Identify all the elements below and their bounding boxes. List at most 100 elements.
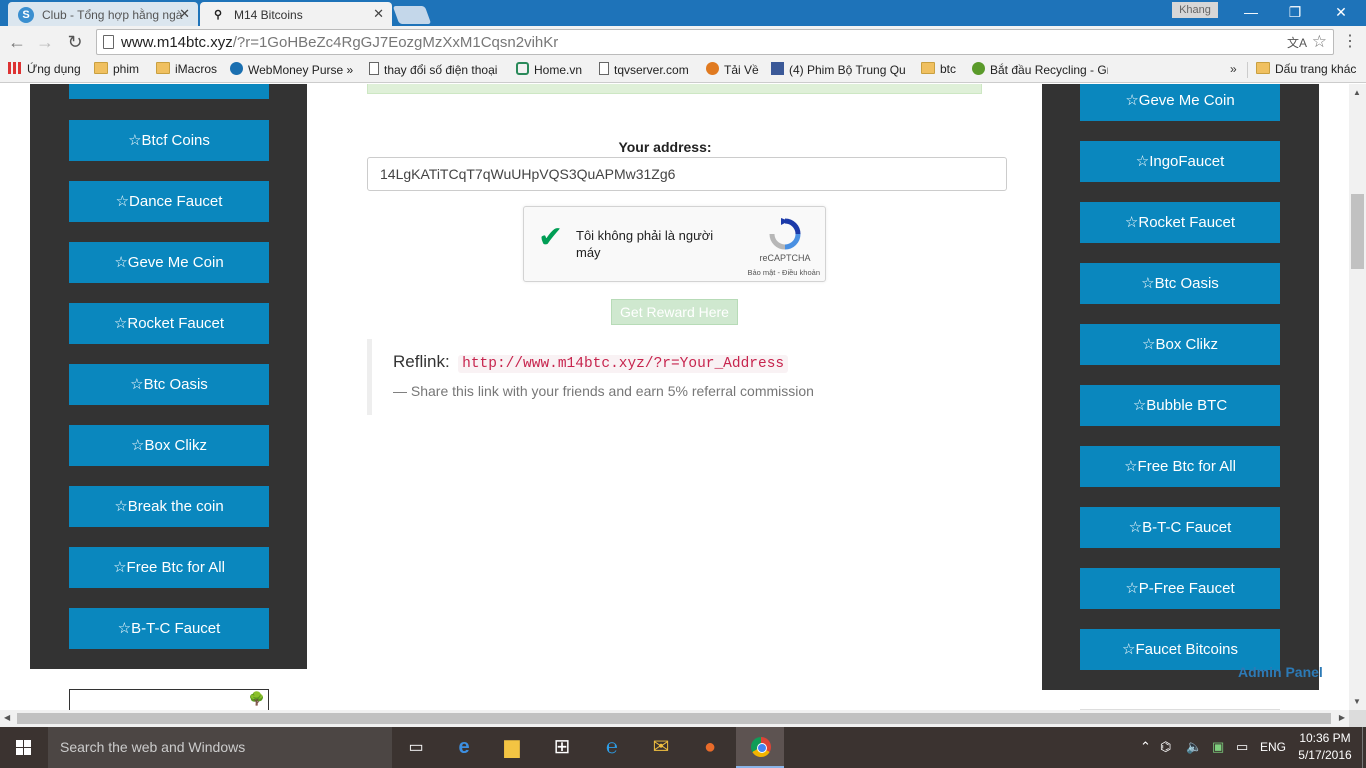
faucet-button[interactable]: ☆Box Clikz xyxy=(69,425,269,466)
show-desktop-button[interactable] xyxy=(1362,727,1366,768)
faucet-label: B-T-C Faucet xyxy=(1142,519,1232,536)
bookmark-phim[interactable]: phim xyxy=(94,62,139,76)
get-reward-button[interactable]: Get Reward Here xyxy=(611,299,738,325)
folder-icon xyxy=(156,62,170,74)
scroll-down-icon[interactable]: ▼ xyxy=(1353,697,1361,706)
faucet-button[interactable]: ☆B-T-C Faucet xyxy=(1080,507,1280,548)
chevron-up-icon[interactable]: ⌃ xyxy=(1140,739,1151,755)
store-icon[interactable]: ⊞ xyxy=(538,727,586,768)
faucet-button[interactable]: ☆Dance Faucet xyxy=(69,181,269,222)
faucet-button[interactable]: ☆Btcf Coins xyxy=(69,120,269,161)
star-icon: ☆ xyxy=(113,315,128,332)
window-close-icon[interactable]: ✕ xyxy=(1318,0,1364,24)
star-icon: ☆ xyxy=(114,254,128,271)
folder-icon xyxy=(94,62,108,74)
bookmark-other[interactable]: Dấu trang khác xyxy=(1256,62,1356,76)
task-view-icon[interactable]: ▭ xyxy=(392,727,440,768)
language-indicator[interactable]: ENG xyxy=(1260,740,1286,754)
success-alert xyxy=(367,84,982,94)
taskbar-search[interactable]: Search the web and Windows xyxy=(48,727,392,768)
scroll-right-icon[interactable]: ▶ xyxy=(1339,713,1345,722)
restore-icon[interactable]: ❐ xyxy=(1272,0,1318,24)
clock-date: 5/17/2016 xyxy=(1298,748,1352,762)
bookmark-homevn[interactable]: Home.vn xyxy=(516,62,582,77)
horizontal-scrollbar[interactable]: ◀ ▶ xyxy=(0,710,1349,727)
faucet-button[interactable]: ☆Rocket Faucet xyxy=(69,303,269,344)
battery-icon[interactable]: ▭ xyxy=(1236,739,1248,755)
star-icon: ☆ xyxy=(113,559,127,576)
close-icon[interactable]: ✕ xyxy=(373,6,384,22)
bookmark-thay-doi[interactable]: thay đổi số điện thoại xyxy=(369,62,503,77)
chrome-icon[interactable] xyxy=(736,727,784,768)
browser-titlebar: S Club - Tổng hợp hằng ngà ✕ ⚲ M14 Bitco… xyxy=(0,0,1366,26)
page-viewport: ☆Btcf Coins ☆Dance Faucet ☆Geve Me Coin ☆Ro… xyxy=(0,84,1349,710)
mail-icon[interactable]: ✉ xyxy=(637,727,685,768)
faucet-button[interactable]: ☆Bubble BTC xyxy=(1080,385,1280,426)
faucet-button[interactable]: ☆Break the coin xyxy=(69,486,269,527)
minimize-icon[interactable]: — xyxy=(1228,0,1274,24)
bookmark-webmoney[interactable]: WebMoney Purse » xyxy=(230,62,353,77)
menu-kebab-icon[interactable]: ⋮ xyxy=(1340,32,1360,52)
browser-toolbar: ← → ↻ www.m14btc.xyz/?r=1GoHBeZc4RgGJ7Eo… xyxy=(0,26,1366,58)
back-arrow-icon[interactable]: ← xyxy=(6,31,28,53)
faucet-button-partial[interactable] xyxy=(69,84,269,99)
bookmark-apps[interactable]: Ứng dụng xyxy=(8,62,81,76)
scrollbar-thumb[interactable] xyxy=(1351,194,1364,269)
new-tab-button[interactable] xyxy=(392,6,432,24)
translate-icon[interactable]: 文A xyxy=(1287,34,1307,51)
firefox-icon[interactable]: ● xyxy=(686,727,734,768)
bookmark-btc[interactable]: btc xyxy=(921,62,956,76)
faucet-button[interactable]: ☆Geve Me Coin xyxy=(69,242,269,283)
faucet-button[interactable]: ☆B-T-C Faucet xyxy=(69,608,269,649)
faucet-button[interactable]: ☆Geve Me Coin xyxy=(1080,84,1280,121)
file-explorer-icon[interactable]: ▆ xyxy=(488,727,536,768)
star-icon: ☆ xyxy=(1128,519,1143,536)
faucet-button[interactable]: ☆Free Btc for All xyxy=(69,547,269,588)
admin-panel-link[interactable]: Admin Panel xyxy=(1238,664,1323,680)
tab-club[interactable]: S Club - Tổng hợp hằng ngà ✕ xyxy=(8,2,198,26)
page-icon xyxy=(599,62,609,75)
faucet-button[interactable]: ☆Btc Oasis xyxy=(69,364,269,405)
faucet-button[interactable]: ☆Btc Oasis xyxy=(1080,263,1280,304)
bookmark-imacros[interactable]: iMacros xyxy=(156,62,217,76)
start-button[interactable] xyxy=(0,727,48,768)
ie-icon[interactable]: ℮ xyxy=(588,727,636,768)
reflink-note: — Share this link with your friends and … xyxy=(393,383,814,399)
bookmark-star-icon[interactable]: ☆ xyxy=(1312,32,1327,52)
checkmark-icon[interactable]: ✔ xyxy=(538,223,563,253)
download-icon xyxy=(706,62,719,75)
faucet-button[interactable]: ☆P-Free Faucet xyxy=(1080,568,1280,609)
clock[interactable]: 10:36 PM 5/17/2016 xyxy=(1293,730,1357,764)
star-icon: ☆ xyxy=(1122,641,1136,658)
bookmark-phim-bo[interactable]: (4) Phim Bộ Trung Qu xyxy=(771,62,909,77)
security-icon[interactable]: ▣ xyxy=(1212,739,1224,755)
faucet-button[interactable]: ☆Rocket Faucet xyxy=(1080,202,1280,243)
scrollbar-thumb[interactable] xyxy=(17,713,1331,724)
scroll-left-icon[interactable]: ◀ xyxy=(4,713,10,722)
faucet-button[interactable]: ☆IngoFaucet xyxy=(1080,141,1280,182)
vertical-scrollbar[interactable]: ▲ ▼ xyxy=(1349,84,1366,710)
faucet-button[interactable]: ☆Free Btc for All xyxy=(1080,446,1280,487)
bookmark-tai-ve[interactable]: Tải Về xyxy=(706,62,759,77)
address-bar[interactable]: www.m14btc.xyz/?r=1GoHBeZc4RgGJ7EozgMzXx… xyxy=(96,29,1334,55)
network-icon[interactable]: ⌬ xyxy=(1160,739,1171,755)
faucet-button[interactable]: ☆Box Clikz xyxy=(1080,324,1280,365)
recaptcha-widget[interactable]: ✔ Tôi không phải là người máy reCAPTCHA … xyxy=(523,206,826,282)
faucet-label: Box Clikz xyxy=(144,437,207,454)
recaptcha-links[interactable]: Bảo mật - Điều khoản xyxy=(730,268,820,277)
address-input[interactable] xyxy=(367,157,1007,191)
tab-m14-bitcoins[interactable]: ⚲ M14 Bitcoins ✕ xyxy=(200,2,392,26)
star-icon: ☆ xyxy=(1124,458,1138,475)
reload-icon[interactable]: ↻ xyxy=(64,31,86,53)
scroll-up-icon[interactable]: ▲ xyxy=(1353,88,1361,97)
bookmark-tqvserver[interactable]: tqvserver.com xyxy=(599,62,689,77)
profile-button[interactable]: Khang xyxy=(1172,2,1218,18)
bookmark-recycling[interactable]: Bắt đầu Recycling - Gr xyxy=(972,62,1108,77)
bookmark-label: thay đổi số điện thoại xyxy=(384,63,498,77)
recaptcha-brand: reCAPTCHA xyxy=(759,253,811,263)
volume-icon[interactable]: 🔈 xyxy=(1186,739,1202,755)
forward-arrow-icon[interactable]: → xyxy=(34,31,56,53)
bookmarks-overflow-button[interactable]: » xyxy=(1230,62,1237,76)
edge-icon[interactable]: e xyxy=(440,727,488,768)
close-icon[interactable]: ✕ xyxy=(179,6,190,22)
